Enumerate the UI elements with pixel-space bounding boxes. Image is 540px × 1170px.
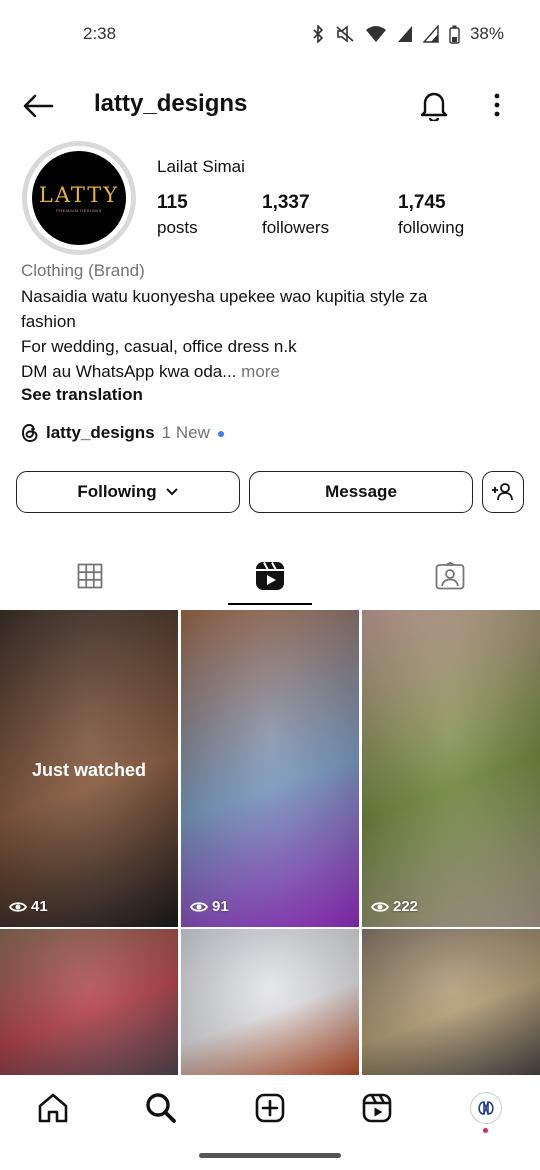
see-translation-link[interactable]: See translation: [21, 385, 143, 405]
search-icon: [146, 1093, 176, 1123]
reel-tile[interactable]: [362, 929, 540, 1075]
threads-username: latty_designs: [46, 423, 155, 442]
nav-home[interactable]: [31, 1088, 75, 1128]
tagged-icon: [435, 562, 465, 590]
stat-label: posts: [157, 218, 198, 237]
following-label: Following: [77, 482, 157, 501]
tab-tagged[interactable]: [415, 553, 485, 599]
arrow-left-icon: [23, 94, 54, 118]
reel-view-count: 91: [190, 898, 229, 915]
view-count-text: 222: [393, 898, 419, 915]
active-tab-indicator: [228, 603, 312, 605]
signal-icon: [397, 26, 412, 42]
bio-more-link[interactable]: more: [236, 362, 280, 381]
message-label: Message: [325, 482, 397, 501]
notifications-button[interactable]: [416, 86, 452, 124]
stat-following[interactable]: 1,745 following: [398, 192, 464, 238]
profile-full-name: Lailat Simai: [157, 157, 245, 176]
avatar-logo-subtext: PREMIUM DESIGNS: [56, 208, 102, 213]
bio-line: For wedding, casual, office dress n.k: [21, 337, 297, 356]
reel-view-count: 41: [9, 898, 48, 915]
reel-tile[interactable]: 222: [362, 610, 540, 927]
suggest-people-button[interactable]: [482, 471, 524, 513]
grid-icon: [77, 563, 103, 589]
eye-icon: [9, 901, 27, 912]
message-button[interactable]: Message: [249, 471, 473, 513]
following-button[interactable]: Following: [16, 471, 240, 513]
bio-line: Nasaidia watu kuonyesha upekee wao kupit…: [21, 287, 428, 306]
wifi-icon: [365, 26, 386, 42]
signal-icon: [422, 25, 439, 43]
battery-percent: 38%: [469, 24, 504, 43]
nav-create[interactable]: [248, 1088, 292, 1128]
more-options-button[interactable]: [484, 86, 510, 124]
new-dot-icon: ●: [216, 425, 226, 441]
notification-dot: [483, 1128, 488, 1133]
bluetooth-icon: [313, 25, 324, 43]
reel-thumbnail-shade: [362, 929, 540, 1075]
avatar-logo-text: LATTY: [38, 183, 120, 207]
nav-profile[interactable]: [464, 1088, 508, 1128]
status-icons: 38%: [311, 24, 504, 44]
mute-icon: [336, 25, 354, 43]
chevron-down-icon: [165, 488, 178, 496]
threads-new-count: 1 New: [161, 423, 210, 442]
tab-reels[interactable]: [235, 553, 305, 599]
stat-label: followers: [262, 218, 330, 237]
reel-thumbnail-shade: [362, 610, 540, 927]
reel-view-count: 222: [371, 898, 418, 915]
bio-line: fashion: [21, 312, 76, 331]
profile-category: Clothing (Brand): [21, 261, 145, 280]
profile-username: latty_designs: [94, 90, 248, 117]
status-time: 2:38: [83, 24, 117, 43]
threads-icon: [22, 424, 38, 442]
reel-thumbnail-shade: [0, 929, 178, 1075]
nav-reels[interactable]: [355, 1088, 399, 1128]
reel-tile[interactable]: 91: [181, 610, 359, 927]
stat-value: 115: [157, 192, 188, 213]
stat-posts[interactable]: 115 posts: [157, 192, 198, 238]
profile-avatar: [470, 1092, 502, 1124]
stat-label: following: [398, 218, 465, 237]
back-button[interactable]: [18, 88, 58, 124]
more-vertical-icon: [494, 93, 500, 117]
reel-tile[interactable]: [181, 929, 359, 1075]
system-home-indicator[interactable]: [199, 1153, 341, 1158]
reel-tile[interactable]: Just watched 41: [0, 610, 178, 927]
tab-posts[interactable]: [55, 553, 125, 599]
add-person-icon: [492, 483, 513, 501]
stat-followers[interactable]: 1,337 followers: [262, 192, 329, 238]
create-icon: [255, 1093, 285, 1123]
just-watched-label: Just watched: [31, 760, 147, 780]
stat-value: 1,745: [398, 192, 446, 213]
reel-thumbnail-shade: [181, 610, 359, 927]
avatar-logo-icon: [478, 1101, 494, 1115]
bio-line: DM au WhatsApp kwa oda...: [21, 362, 237, 381]
battery-icon: [449, 25, 460, 44]
bell-icon: [420, 92, 448, 121]
reel-thumbnail-shade: [181, 929, 359, 1075]
eye-icon: [371, 901, 389, 912]
view-count-text: 91: [212, 898, 229, 915]
reel-tile[interactable]: [0, 929, 178, 1075]
view-count-text: 41: [31, 898, 48, 915]
nav-search[interactable]: [139, 1088, 183, 1128]
reels-icon: [256, 562, 284, 590]
stat-value: 1,337: [262, 192, 310, 213]
eye-icon: [190, 901, 208, 912]
home-icon: [38, 1093, 68, 1123]
bio-last-line: DM au WhatsApp kwa oda... more: [21, 359, 280, 384]
threads-badge[interactable]: latty_designs 1 New ●: [21, 423, 225, 443]
profile-avatar[interactable]: LATTY PREMIUM DESIGNS: [32, 151, 126, 245]
reels-icon: [362, 1093, 392, 1123]
